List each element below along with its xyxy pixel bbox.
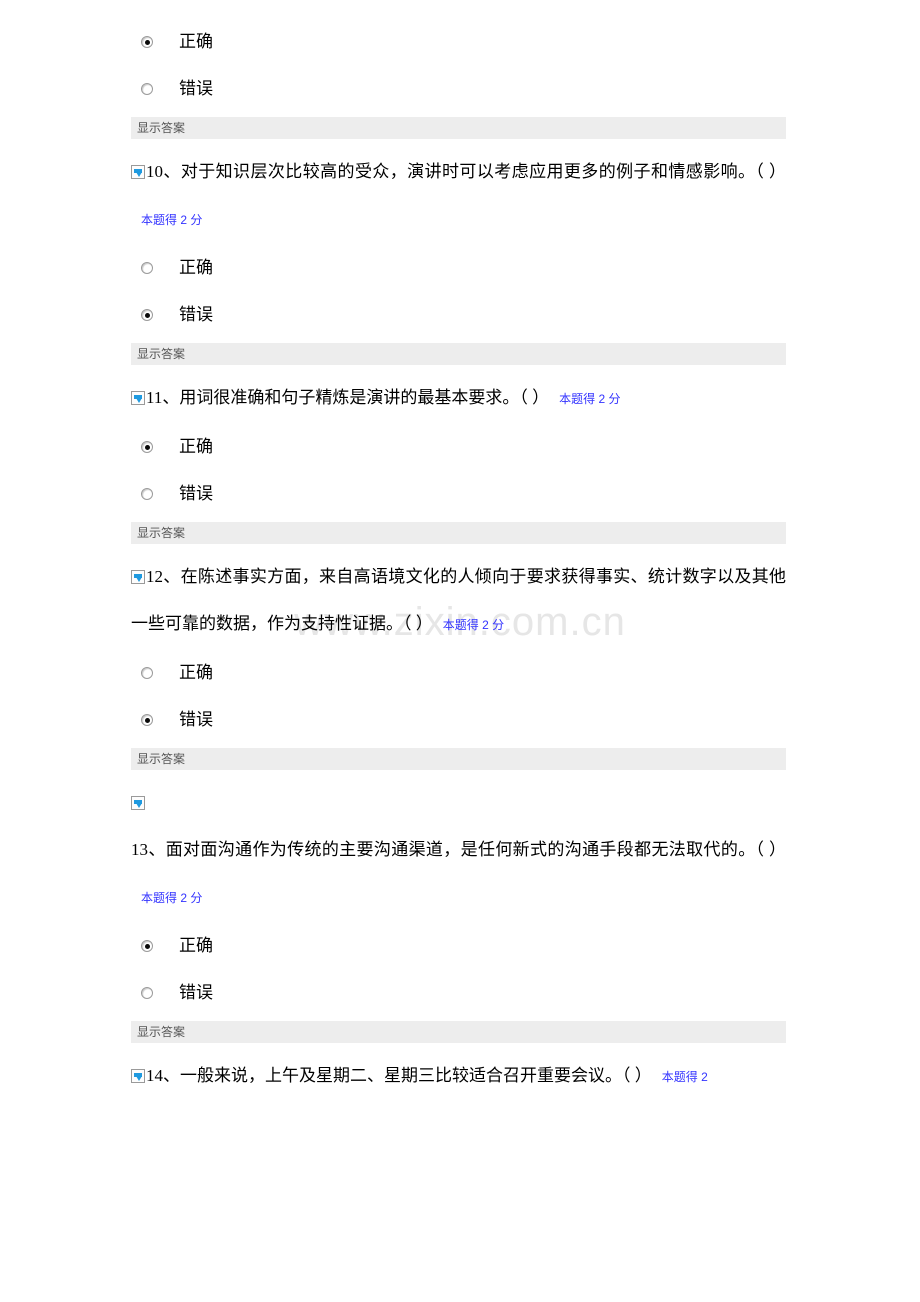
blue-flag-icon bbox=[131, 165, 145, 179]
question-score-11: 本题得 2 分 bbox=[559, 392, 621, 406]
blue-flag-icon bbox=[131, 570, 145, 584]
option-row-true[interactable]: 正确 bbox=[131, 423, 786, 470]
radio-false[interactable] bbox=[141, 714, 153, 726]
option-row-false[interactable]: 错误 bbox=[131, 969, 786, 1016]
show-answer-bar-13[interactable]: 显示答案 bbox=[131, 1021, 786, 1043]
option-label-true: 正确 bbox=[179, 663, 213, 682]
option-label-false: 错误 bbox=[179, 484, 213, 503]
question-block-10: 10、对于知识层次比较高的受众，演讲时可以考虑应用更多的例子和情感影响。（ ） 本… bbox=[131, 139, 786, 365]
question-block-12: 12、在陈述事实方面，来自高语境文化的人倾向于要求获得事实、统计数字以及其他一些… bbox=[131, 544, 786, 770]
question-body: 14、一般来说，上午及星期二、星期三比较适合召开重要会议。（ ） bbox=[146, 1066, 652, 1085]
option-label-true: 正确 bbox=[179, 936, 213, 955]
blue-flag-icon bbox=[131, 391, 145, 405]
question-text-14: 14、一般来说，上午及星期二、星期三比较适合召开重要会议。（ ） 本题得 2 bbox=[131, 1052, 920, 1101]
show-answer-bar[interactable]: 显示答案 bbox=[131, 117, 786, 139]
radio-false[interactable] bbox=[141, 309, 153, 321]
option-label-false: 错误 bbox=[179, 305, 213, 324]
options-group-partial: 正确 错误 bbox=[131, 18, 786, 112]
show-answer-bar-12[interactable]: 显示答案 bbox=[131, 748, 786, 770]
question-score-10: 本题得 2 分 bbox=[141, 213, 203, 227]
question-score-13: 本题得 2 分 bbox=[141, 891, 203, 905]
option-label-false: 错误 bbox=[179, 79, 213, 98]
radio-true[interactable] bbox=[141, 36, 153, 48]
option-label-true: 正确 bbox=[179, 32, 213, 51]
blue-flag-icon bbox=[131, 1069, 145, 1083]
question-block-13: 13、面对面沟通作为传统的主要沟通渠道，是任何新式的沟通手段都无法取代的。（ ）… bbox=[131, 770, 786, 1043]
option-row-true[interactable]: 正确 bbox=[131, 18, 786, 65]
show-answer-bar-10[interactable]: 显示答案 bbox=[131, 343, 786, 365]
question-score-12: 本题得 2 分 bbox=[442, 618, 505, 632]
option-label-false: 错误 bbox=[179, 983, 213, 1002]
spacer-top bbox=[131, 0, 786, 18]
options-group-10: 正确 错误 bbox=[131, 244, 786, 338]
question-text-13: 13、面对面沟通作为传统的主要沟通渠道，是任何新式的沟通手段都无法取代的。（ ）… bbox=[131, 779, 786, 922]
radio-true[interactable] bbox=[141, 667, 153, 679]
option-row-false[interactable]: 错误 bbox=[131, 696, 786, 743]
radio-false[interactable] bbox=[141, 488, 153, 500]
radio-false[interactable] bbox=[141, 987, 153, 999]
option-row-false[interactable]: 错误 bbox=[131, 291, 786, 338]
radio-true[interactable] bbox=[141, 441, 153, 453]
options-group-12: 正确 错误 bbox=[131, 649, 786, 743]
options-group-13: 正确 错误 bbox=[131, 922, 786, 1016]
option-row-false[interactable]: 错误 bbox=[131, 470, 786, 517]
question-body: 13、面对面沟通作为传统的主要沟通渠道，是任何新式的沟通手段都无法取代的。（ ） bbox=[131, 840, 786, 859]
option-row-true[interactable]: 正确 bbox=[131, 922, 786, 969]
radio-true[interactable] bbox=[141, 940, 153, 952]
option-row-true[interactable]: 正确 bbox=[131, 244, 786, 291]
option-label-true: 正确 bbox=[179, 437, 213, 456]
show-answer-bar-11[interactable]: 显示答案 bbox=[131, 522, 786, 544]
blue-flag-icon bbox=[131, 796, 145, 810]
question-text-12: 12、在陈述事实方面，来自高语境文化的人倾向于要求获得事实、统计数字以及其他一些… bbox=[131, 553, 786, 649]
radio-true[interactable] bbox=[141, 262, 153, 274]
question-text-10: 10、对于知识层次比较高的受众，演讲时可以考虑应用更多的例子和情感影响。（ ） 本… bbox=[131, 148, 786, 244]
exam-question-list: 正确 错误 显示答案 10、对于知识层次比较高的受众，演讲时可以考虑应用更多的例… bbox=[131, 0, 786, 1101]
question-block-11: 11、用词很准确和句子精炼是演讲的最基本要求。（ ）本题得 2 分 正确 错误 … bbox=[131, 365, 786, 544]
option-row-true[interactable]: 正确 bbox=[131, 649, 786, 696]
options-group-11: 正确 错误 bbox=[131, 423, 786, 517]
option-label-true: 正确 bbox=[179, 258, 213, 277]
question-text-11: 11、用词很准确和句子精炼是演讲的最基本要求。（ ） 本题得 2 分 bbox=[131, 374, 786, 423]
question-block-14: 14、一般来说，上午及星期二、星期三比较适合召开重要会议。（ ） 本题得 2 bbox=[131, 1043, 786, 1101]
question-body: 11、用词很准确和句子精炼是演讲的最基本要求。（ ） bbox=[146, 388, 550, 407]
option-row-false[interactable]: 错误 bbox=[131, 65, 786, 112]
question-body: 10、对于知识层次比较高的受众，演讲时可以考虑应用更多的例子和情感影响。（ ） bbox=[146, 162, 786, 181]
question-score-14: 本题得 2 bbox=[661, 1070, 708, 1084]
option-label-false: 错误 bbox=[179, 710, 213, 729]
radio-false[interactable] bbox=[141, 83, 153, 95]
